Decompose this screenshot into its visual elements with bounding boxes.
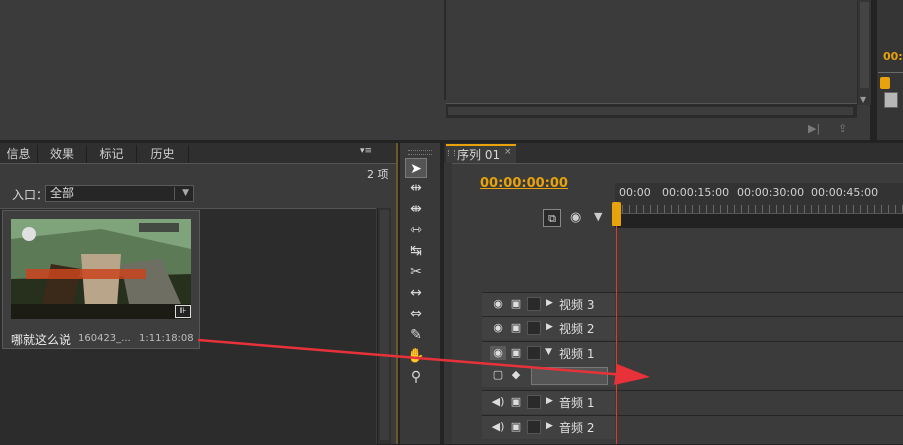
ruler-label: 00:00:30:00 xyxy=(737,186,805,199)
rolling-edit-tool-icon[interactable]: ⇿ xyxy=(405,220,427,240)
marker-icon[interactable]: ◉ xyxy=(570,210,581,225)
sequence-tab-label: 序列 01 xyxy=(457,148,501,162)
film-icon[interactable]: ▣ xyxy=(508,321,524,335)
scroll-thumb[interactable] xyxy=(860,2,869,88)
tools-grip[interactable] xyxy=(408,150,432,155)
expand-triangle-icon[interactable]: ▶ xyxy=(546,421,553,431)
panel-menu-icon[interactable]: ▾≡ xyxy=(360,146,372,156)
film-icon[interactable]: ▣ xyxy=(508,346,524,360)
tab-grip[interactable] xyxy=(448,150,455,156)
scroll-down-arrow-icon[interactable]: ▼ xyxy=(860,95,866,104)
playhead-line xyxy=(616,226,617,444)
clip-id: 160423_... xyxy=(78,333,131,344)
clip-name[interactable]: 哪就这么说 xyxy=(11,331,71,348)
program-monitor-panel xyxy=(0,0,870,140)
lock-icon[interactable] xyxy=(527,346,541,360)
track-label: 音频 2 xyxy=(559,421,595,435)
film-icon[interactable]: ▣ xyxy=(508,297,524,311)
lock-icon[interactable] xyxy=(527,321,541,335)
expand-triangle-icon[interactable]: ▶ xyxy=(546,322,553,332)
project-scroll-thumb[interactable] xyxy=(380,210,389,440)
eye-icon[interactable]: ◉ xyxy=(490,297,506,311)
project-panel-tabs: 信息 效果 标记 历史 xyxy=(0,143,396,164)
track-label: 视频 3 xyxy=(559,298,595,312)
source-scroll-handle[interactable] xyxy=(884,92,898,108)
clip-thumbnail-image xyxy=(11,219,191,319)
playhead-icon[interactable] xyxy=(612,202,621,226)
eye-icon[interactable]: ◉ xyxy=(490,321,506,335)
speaker-icon[interactable]: ◀) xyxy=(490,420,506,434)
source-monitor-panel xyxy=(877,0,903,140)
hand-tool-icon[interactable]: ✋ xyxy=(405,346,427,366)
expand-triangle-icon[interactable]: ▶ xyxy=(546,396,553,406)
sequence-timecode[interactable]: 00:00:00:00 xyxy=(480,176,568,191)
pen-tool-icon[interactable]: ✎ xyxy=(405,325,427,345)
rate-stretch-tool-icon[interactable]: ↹ xyxy=(405,241,427,261)
top-divider xyxy=(444,0,446,100)
source-playhead-icon[interactable] xyxy=(880,77,890,89)
display-style-icon[interactable]: ▢ xyxy=(490,368,506,382)
track-label: 视频 1 xyxy=(559,347,595,361)
lock-icon[interactable] xyxy=(527,420,541,434)
clip-duration: 1:11:18:08 xyxy=(139,333,194,344)
track-label: 音频 1 xyxy=(559,396,595,410)
slide-tool-icon[interactable]: ⇔ xyxy=(405,304,427,324)
selection-tool-icon[interactable]: ➤ xyxy=(405,158,427,178)
razor-tool-icon[interactable]: ✂ xyxy=(405,262,427,282)
lock-icon[interactable] xyxy=(527,297,541,311)
ruler-label: 00:00:45:00 xyxy=(811,186,879,199)
tab-history[interactable]: 历史 xyxy=(137,145,189,163)
snap-icon[interactable]: ⧉ xyxy=(543,209,561,227)
chevron-down-icon: ▼ xyxy=(182,188,189,198)
tab-info[interactable]: 信息 xyxy=(0,145,38,163)
track-label: 视频 2 xyxy=(559,322,595,336)
film-icon[interactable]: ▣ xyxy=(508,420,524,434)
expand-triangle-icon[interactable]: ▶ xyxy=(546,298,553,308)
entry-dropdown-value: 全部 xyxy=(50,186,75,200)
timeline-left-strip xyxy=(444,163,452,444)
film-icon[interactable]: ▣ xyxy=(508,395,524,409)
export-frame-icon[interactable]: ⇪ xyxy=(838,122,856,135)
speaker-icon[interactable]: ◀) xyxy=(490,395,506,409)
close-icon[interactable]: × xyxy=(504,147,512,157)
lock-icon[interactable] xyxy=(527,395,541,409)
source-ruler-line xyxy=(878,72,903,73)
project-vertical-scrollbar[interactable] xyxy=(377,208,391,444)
track-select-tool-icon[interactable]: ⇹ xyxy=(405,178,427,198)
top-vertical-scrollbar[interactable]: ▼ xyxy=(857,0,871,105)
eye-icon[interactable]: ◉ xyxy=(490,346,506,360)
item-count: 2 项 xyxy=(367,168,389,181)
dropdown-separator xyxy=(174,187,175,200)
audio-waveform-icon: ⊪ xyxy=(175,305,191,318)
slip-tool-icon[interactable]: ↔ xyxy=(405,283,427,303)
set-marker-icon[interactable]: ▼ xyxy=(594,210,602,223)
ruler-ticks xyxy=(615,205,903,213)
zoom-tool-icon[interactable]: ⚲ xyxy=(405,367,427,387)
step-forward-icon[interactable]: ▶| xyxy=(808,122,826,135)
clip-thumbnail[interactable] xyxy=(11,219,191,319)
tab-markers[interactable]: 标记 xyxy=(87,145,137,163)
entry-label: 入口： xyxy=(12,188,49,202)
entry-dropdown[interactable]: 全部 ▼ xyxy=(45,185,194,202)
ruler-label: 00:00:15:00 xyxy=(662,186,730,199)
ruler-label: 00:00 xyxy=(619,186,651,199)
work-area-bar[interactable] xyxy=(615,213,903,228)
collapse-triangle-icon[interactable]: ▼ xyxy=(545,347,552,357)
video-1-thumbnail-strip xyxy=(531,367,608,385)
source-timecode[interactable]: 00: xyxy=(883,50,903,63)
panel-focus-edge xyxy=(396,143,398,444)
tab-effects[interactable]: 效果 xyxy=(38,145,87,163)
hscroll-thumb[interactable] xyxy=(448,107,853,115)
top-horizontal-scrollbar[interactable] xyxy=(446,103,857,118)
ripple-edit-tool-icon[interactable]: ⇼ xyxy=(405,199,427,219)
keyframe-icon[interactable]: ◆ xyxy=(508,368,524,382)
